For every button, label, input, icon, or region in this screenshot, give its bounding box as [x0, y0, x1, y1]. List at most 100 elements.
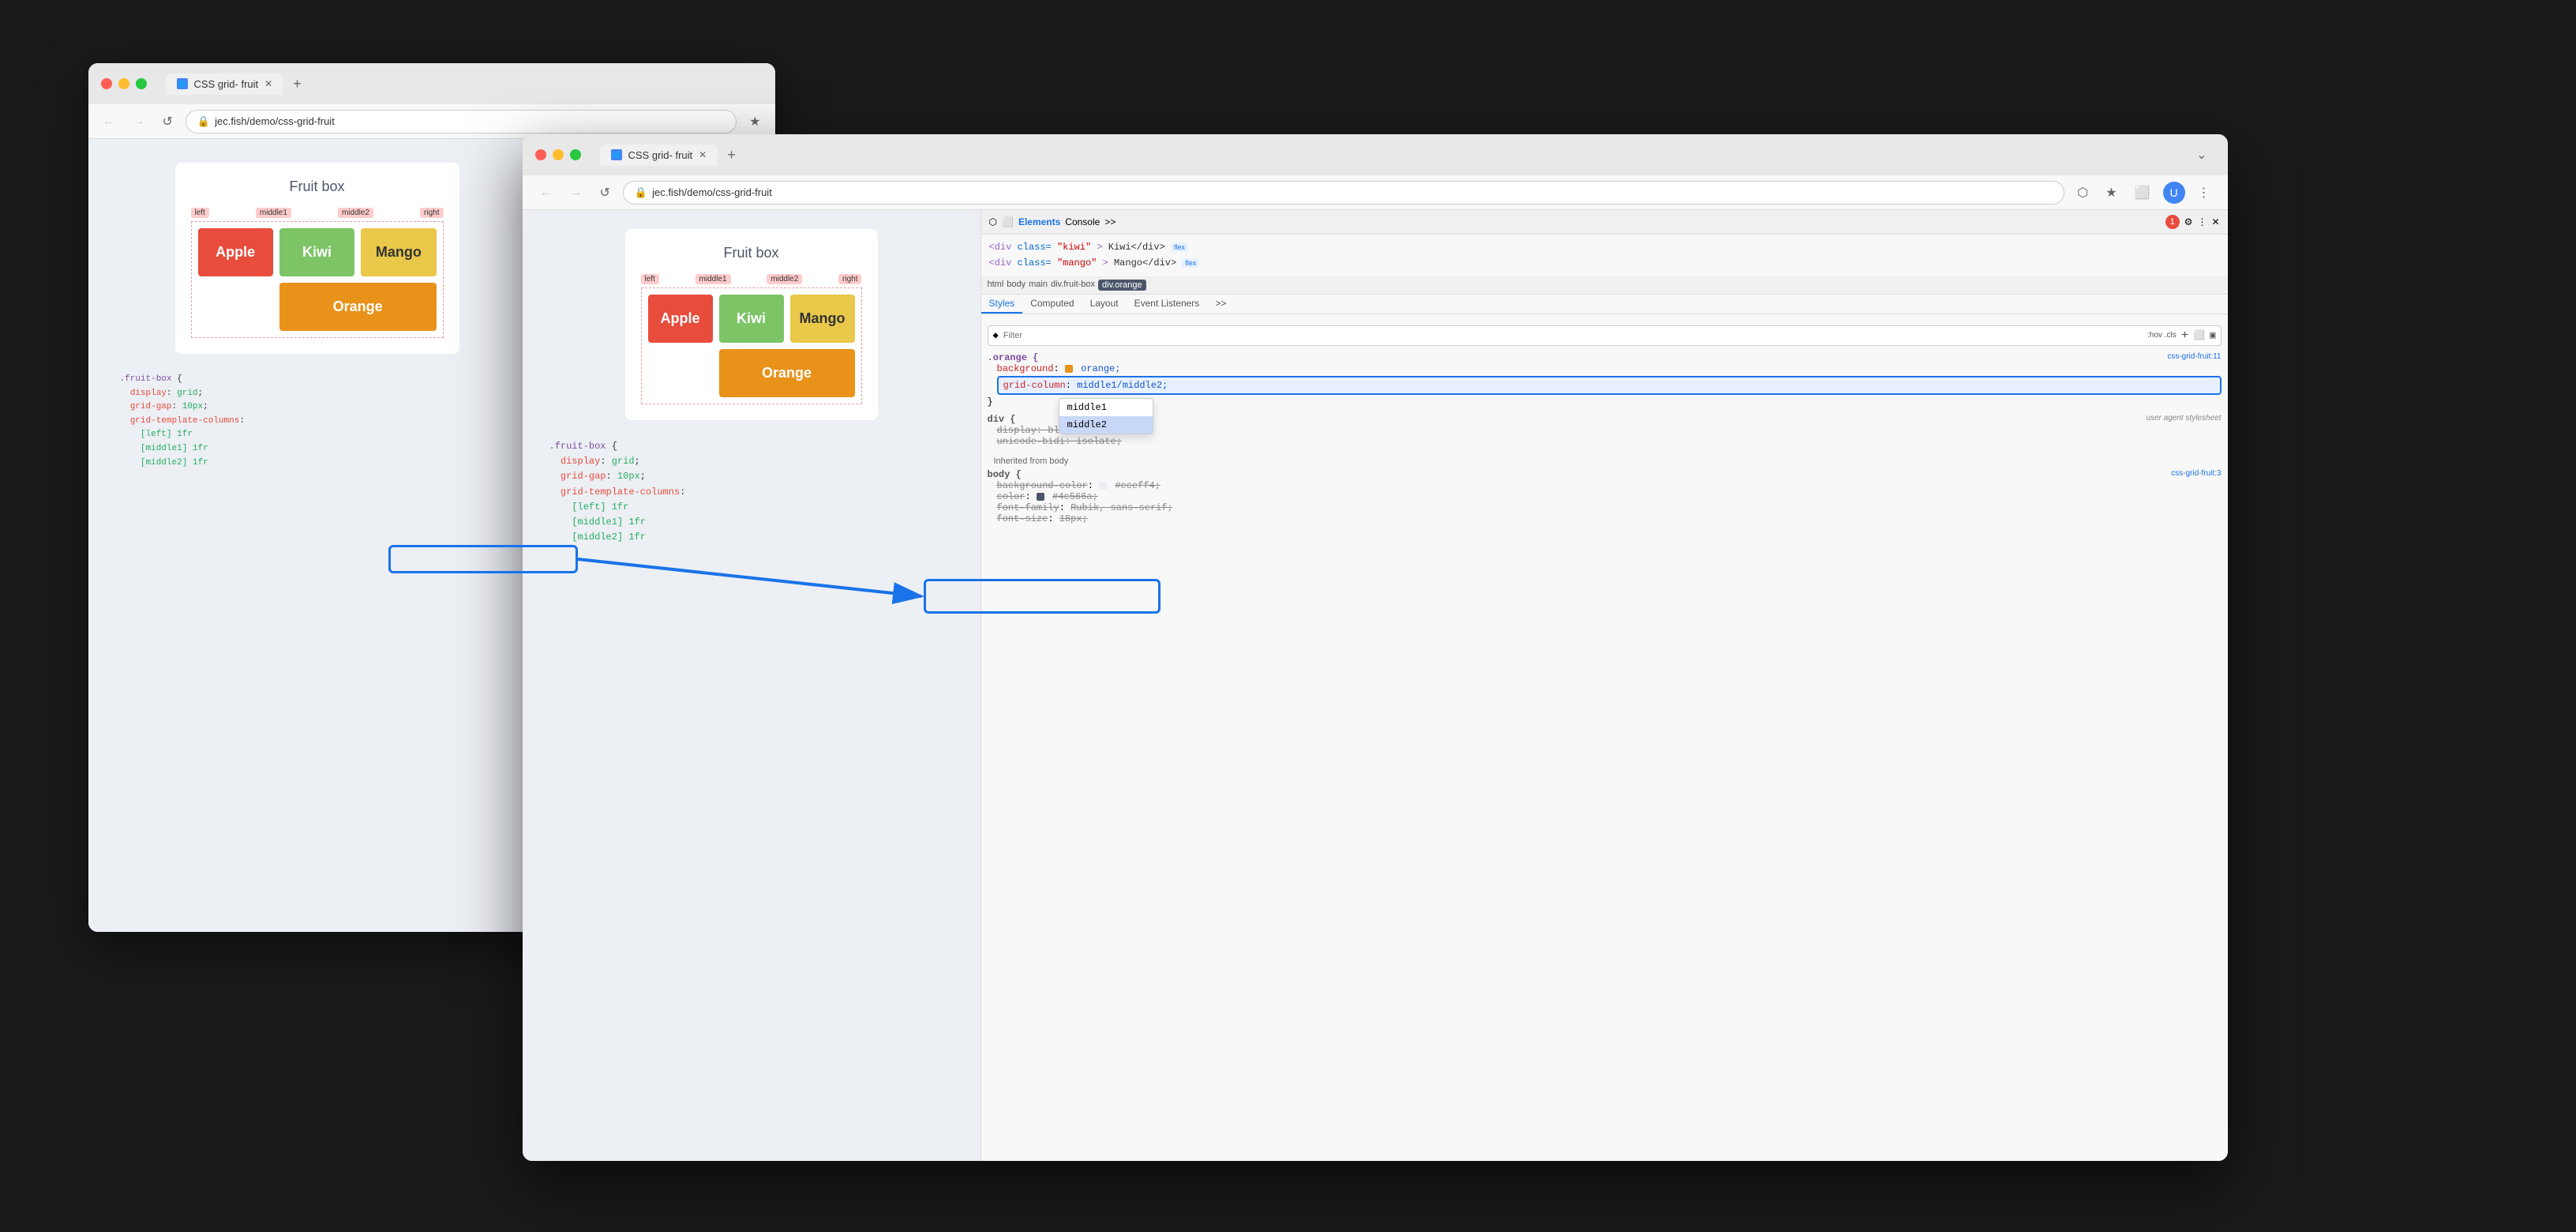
col-label-left-1: left [191, 208, 209, 218]
reload-button-2[interactable]: ↺ [595, 182, 615, 204]
address-bar-1[interactable]: 🔒 jec.fish/demo/css-grid-fruit [186, 110, 737, 133]
fruit-orange-1: Orange [279, 283, 437, 331]
css-prop-cols-1: grid-template-columns [130, 416, 240, 426]
val-grid-col-2: middle1/middle2; [1077, 380, 1168, 391]
star-btn-2[interactable]: ★ [2101, 182, 2121, 204]
forward-button-2[interactable]: → [565, 182, 587, 203]
maximize-button-1[interactable] [136, 78, 147, 89]
close-button-2[interactable] [535, 149, 546, 160]
css-prop-gap-1: grid-gap [130, 402, 172, 411]
back-button-2[interactable]: ← [535, 182, 557, 203]
body-bg-prop-2: background-color: #eceff4; [988, 480, 2222, 491]
body-color-swatch-2 [1037, 493, 1044, 501]
tab-close-1[interactable]: ✕ [264, 78, 272, 89]
body-rule-header-2: body { css-grid-fruit:3 [988, 469, 2222, 480]
css-selector-1: .fruit-box [120, 374, 172, 384]
settings-icon-2[interactable]: ⚙ [2184, 216, 2193, 227]
reload-button-1[interactable]: ↺ [158, 111, 178, 133]
div-rule-display-2: display: block; [988, 425, 2222, 436]
dt-tab-more-2[interactable]: >> [1104, 216, 1116, 227]
css-val-left-1: [left] 1fr [141, 430, 193, 439]
rule-header-div-2: div { user agent stylesheet [988, 414, 2222, 425]
minimize-button-1[interactable] [118, 78, 129, 89]
lock-icon-2: 🔒 [635, 186, 647, 199]
layout-tab-2[interactable]: Layout [1082, 295, 1127, 314]
col-label-right-2: right [838, 274, 861, 284]
style-rule-orange-2: .orange { css-grid-fruit:11 background: … [988, 352, 2222, 408]
bc-html-2[interactable]: html [988, 280, 1004, 291]
traffic-lights-2 [535, 149, 581, 160]
autocomplete-middle1[interactable]: middle1 [1059, 399, 1153, 416]
body-font-prop-2: font-family: Rubik, sans-serif; [988, 502, 2222, 513]
swatch-2 [1065, 365, 1073, 373]
bc-main-2[interactable]: main [1029, 280, 1048, 291]
bc-body-2[interactable]: body [1007, 280, 1026, 291]
styles-section-2: ◆ :hov .cls + ⬜ ▣ .orange { css-grid-fru… [981, 319, 2228, 1161]
autocomplete-middle2[interactable]: middle2 [1059, 416, 1153, 434]
prop-grid-col-2: grid-column [1003, 380, 1066, 391]
div-rule-unicode-2: unicode-bidi: isolate; [988, 436, 2222, 447]
star-button-1[interactable]: ★ [744, 111, 765, 133]
lock-icon-1: 🔒 [197, 115, 210, 128]
fruit-grid-1: Apple Kiwi Mango Orange [191, 221, 444, 338]
styles-tab-2[interactable]: Styles [981, 295, 1023, 314]
fruit-grid-2: Apple Kiwi Mango Orange [641, 287, 862, 404]
active-tab-2[interactable]: 🌐 CSS grid- fruit ✕ [600, 145, 718, 166]
pseudo-btn-2[interactable]: :hov .cls [2147, 331, 2177, 340]
rule-source-div-2: user agent stylesheet [2146, 414, 2221, 425]
close-dt-2[interactable]: ✕ [2211, 216, 2219, 227]
minimize-button-2[interactable] [553, 149, 564, 160]
address-bar-2[interactable]: 🔒 jec.fish/demo/css-grid-fruit [623, 181, 2064, 205]
more-tabs-2[interactable]: >> [1207, 295, 1234, 314]
autocomplete-dropdown: middle1 middle2 [1059, 398, 1153, 434]
computed-tab-2[interactable]: Computed [1022, 295, 1082, 314]
css-bracket-open-1: { [177, 374, 182, 384]
bc-fruit-box-2[interactable]: div.fruit-box [1051, 280, 1095, 291]
page-area-1: Fruit box left middle1 middle2 right App… [88, 139, 546, 932]
css-val-middle2-1: [middle2] 1fr [141, 458, 208, 468]
maximize-button-2[interactable] [570, 149, 581, 160]
profile-btn-2[interactable]: U [2163, 182, 2185, 204]
tab-close-2[interactable]: ✕ [699, 149, 707, 160]
css-code-block-2: .fruit-box { display: grid; grid-gap: 10… [542, 439, 962, 545]
active-tab-1[interactable]: 🌐 CSS grid- fruit ✕ [166, 73, 284, 95]
toggle-btn[interactable]: ▣ [2210, 329, 2215, 341]
more-btn-2[interactable]: ⋮ [2193, 182, 2215, 204]
css-val-grid-1: grid [177, 389, 197, 398]
browser-window-2: 🌐 CSS grid- fruit ✕ + ⌄ ← → ↺ 🔒 jec.fish… [523, 134, 2228, 1161]
css-val-gap-1: 10px [182, 402, 203, 411]
col-label-middle2-1: middle2 [338, 208, 373, 218]
body-fontsize-prop-2: font-size: 18px; [988, 513, 2222, 524]
cursor-icon-2[interactable]: ⬡ [989, 216, 997, 227]
forward-button-1[interactable]: → [128, 111, 150, 132]
new-tab-button-1[interactable]: + [287, 76, 308, 92]
close-button-1[interactable] [101, 78, 112, 89]
browser-content-2: Fruit box left middle1 middle2 right App… [523, 210, 2228, 1161]
more-icon-2[interactable]: ⋮ [2197, 216, 2207, 227]
fruit-apple-2: Apple [648, 295, 713, 343]
box-icon-2[interactable]: ⬜ [1002, 216, 1014, 227]
back-button-1[interactable]: ← [98, 111, 120, 132]
fruit-box-container-2: Fruit box left middle1 middle2 right App… [625, 229, 878, 420]
highlighted-rule-2: grid-column: middle1/middle2; [997, 376, 2222, 395]
rule-grid-col-wrap-2: grid-column: middle1/middle2; middle1 mi… [988, 376, 2222, 395]
copy-btn[interactable]: ⬜ [2193, 329, 2205, 341]
filter-input-2[interactable] [1003, 331, 2143, 340]
traffic-lights-1 [101, 78, 147, 89]
event-tab-2[interactable]: Event Listeners [1127, 295, 1208, 314]
new-tab-button-2[interactable]: + [721, 147, 742, 163]
window-controls-2: 1 ⚙ ⋮ ✕ [2165, 215, 2220, 229]
fruit-box-title-1: Fruit box [191, 178, 444, 195]
tab-title-2: CSS grid- fruit [628, 149, 693, 161]
bc-orange-2[interactable]: div.orange [1098, 280, 1146, 291]
dt-tab-elements-2[interactable]: Elements [1018, 216, 1060, 227]
column-labels-1: left middle1 middle2 right [191, 208, 444, 218]
col-label-middle1-2: middle1 [696, 274, 731, 284]
col-label-left-2: left [641, 274, 659, 284]
ext-btn-2[interactable]: ⬜ [2130, 182, 2155, 204]
body-color-prop-2: color: #4c566a; [988, 491, 2222, 502]
scene: 🌐 CSS grid- fruit ✕ + ← → ↺ 🔒 jec.fish/d… [65, 39, 2512, 1193]
add-style-btn[interactable]: + [2181, 329, 2189, 343]
dt-tab-console-2[interactable]: Console [1065, 216, 1100, 227]
cast-btn-2[interactable]: ⬡ [2072, 182, 2093, 204]
